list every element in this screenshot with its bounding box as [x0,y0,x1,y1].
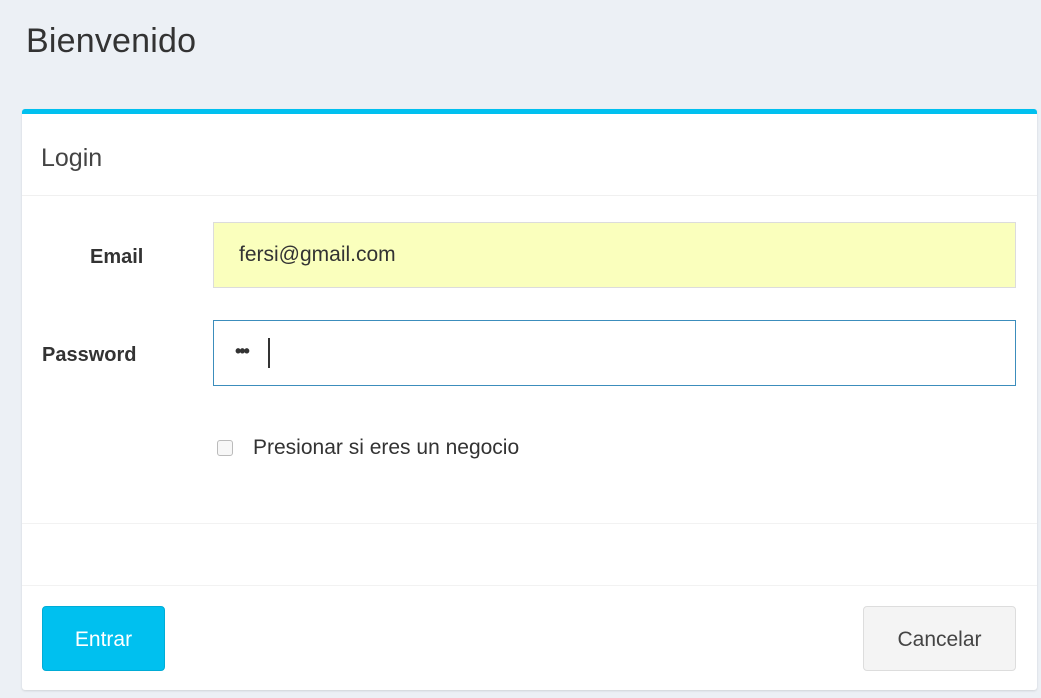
password-label: Password [42,344,137,366]
cancel-button[interactable]: Cancelar [863,606,1016,671]
text-caret [268,338,270,368]
box-header: Login [22,114,1037,196]
business-checkbox-label[interactable]: Presionar si eres un negocio [253,436,519,460]
business-checkbox[interactable] [217,440,233,456]
email-label: Email [90,246,144,268]
submit-button[interactable]: Entrar [42,606,165,671]
email-field[interactable] [213,222,1016,288]
password-field[interactable] [213,320,1016,386]
login-box: Login Email Password ••• Presionar si er… [22,109,1037,690]
footer-divider [22,585,1037,586]
page-title: Bienvenido [26,22,197,60]
business-checkbox-row[interactable]: Presionar si eres un negocio [217,436,519,460]
box-title: Login [41,144,103,172]
divider [22,523,1037,524]
